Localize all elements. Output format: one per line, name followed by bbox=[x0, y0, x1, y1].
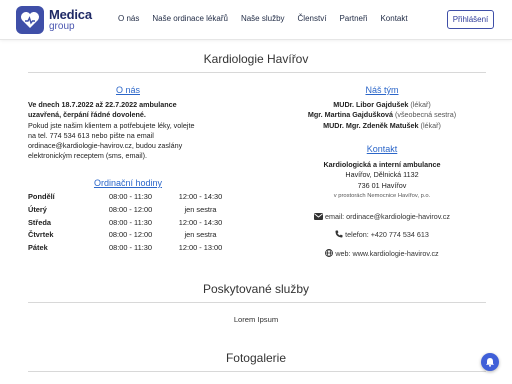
hours-day: Úterý bbox=[28, 204, 47, 214]
team-list: MUDr. Libor Gajdušek (lékař) Mgr. Martin… bbox=[280, 100, 484, 131]
contact-address: Kardiologická a interní ambulance Havířo… bbox=[280, 160, 484, 202]
brand-name: Medica bbox=[49, 7, 92, 22]
contact-city: 736 01 Havířov bbox=[357, 180, 407, 190]
hours-afternoon: jen sestra bbox=[184, 204, 217, 214]
nav-item-kontakt[interactable]: Kontakt bbox=[380, 14, 407, 23]
about-line: ordinace@kardiologie-havirov.cz, budou z… bbox=[28, 141, 183, 151]
notice-line-1: Ve dnech 18.7.2022 až 22.7.2022 ambulanc… bbox=[28, 100, 177, 109]
team-member-role: (lékař) bbox=[420, 120, 441, 130]
team-member-name: MUDr. Mgr. Zdeněk Matušek bbox=[323, 120, 419, 130]
hours-morning: 08:00 - 11:30 bbox=[108, 243, 152, 253]
divider bbox=[28, 72, 486, 73]
hours-row: Středa 08:00 - 11:30 12:00 - 14:30 bbox=[28, 218, 248, 231]
bell-icon bbox=[486, 358, 494, 367]
contact-street: Havířov, Dělnická 1132 bbox=[345, 170, 419, 180]
team-member: Mgr. Martina Gajdušková (všeobecná sestr… bbox=[280, 110, 484, 120]
hours-table: Pondělí 08:00 - 11:30 12:00 - 14:30 Úter… bbox=[28, 192, 248, 256]
hours-day: Čtvrtek bbox=[28, 230, 54, 240]
team-member-role: (lékař) bbox=[410, 100, 431, 109]
contact-web-text: web: www.kardiologie-havirov.cz bbox=[335, 249, 439, 258]
nav-item-partneri[interactable]: Partneři bbox=[339, 14, 367, 23]
contact-email[interactable]: email: ordinace@kardiologie-havirov.cz bbox=[280, 212, 484, 221]
contact-note: v prostorách Nemocnice Havířov, p.o. bbox=[333, 193, 431, 200]
services-heading: Poskytované služby bbox=[202, 282, 310, 296]
hours-heading[interactable]: Ordinační hodiny bbox=[28, 178, 228, 188]
divider bbox=[28, 302, 486, 303]
services-text: Lorem Ipsum bbox=[233, 315, 279, 324]
contact-email-text: email: ordinace@kardiologie-havirov.cz bbox=[324, 212, 450, 221]
site-header: Medica group O nás Naše ordinace lékařů … bbox=[0, 0, 512, 40]
contact-org: Kardiologická a interní ambulance bbox=[323, 160, 441, 169]
hours-afternoon: 12:00 - 13:00 bbox=[178, 243, 223, 253]
notification-button[interactable] bbox=[481, 353, 499, 371]
hours-day: Pátek bbox=[28, 243, 48, 253]
team-heading[interactable]: Náš tým bbox=[280, 85, 484, 95]
hours-row: Čtvrtek 08:00 - 12:00 jen sestra bbox=[28, 230, 248, 243]
about-line: Pokud jste našim klientem a potřebujete … bbox=[28, 120, 195, 130]
contact-phone-text: telefon: +420 774 534 613 bbox=[345, 230, 429, 239]
hours-morning: 08:00 - 12:00 bbox=[108, 204, 153, 214]
contact-phone[interactable]: telefon: +420 774 534 613 bbox=[280, 230, 484, 239]
team-member-role: (všeobecná sestra) bbox=[394, 110, 457, 120]
team-member: MUDr. Mgr. Zdeněk Matušek (lékař) bbox=[280, 121, 484, 131]
hours-morning: 08:00 - 11:30 bbox=[108, 217, 152, 227]
team-member: MUDr. Libor Gajdušek (lékař) bbox=[280, 100, 484, 110]
login-button[interactable]: Přihlášení bbox=[447, 10, 494, 29]
nav-item-clenstvi[interactable]: Členství bbox=[298, 14, 327, 23]
hours-afternoon: 12:00 - 14:30 bbox=[178, 192, 223, 201]
hours-row: Pondělí 08:00 - 11:30 12:00 - 14:30 bbox=[28, 192, 248, 205]
hours-row: Úterý 08:00 - 12:00 jen sestra bbox=[28, 205, 248, 218]
page-title: Kardiologie Havířov bbox=[203, 52, 309, 66]
about-text: Ve dnech 18.7.2022 až 22.7.2022 ambulanc… bbox=[28, 100, 238, 162]
hours-morning: 08:00 - 12:00 bbox=[108, 230, 153, 240]
notice-line-2: uzavřená, čerpání řádné dovolené. bbox=[28, 110, 146, 120]
hours-day: Středa bbox=[28, 217, 52, 227]
hours-morning: 08:00 - 11:30 bbox=[108, 192, 152, 201]
about-line: elektronickým receptem (sms, email). bbox=[28, 151, 148, 161]
brand-sub: group bbox=[49, 21, 75, 32]
hours-afternoon: jen sestra bbox=[184, 230, 217, 240]
contact-web[interactable]: web: www.kardiologie-havirov.cz bbox=[280, 249, 484, 258]
team-member-name: Mgr. Martina Gajdušková bbox=[307, 110, 393, 120]
divider bbox=[28, 371, 486, 372]
hours-day: Pondělí bbox=[28, 192, 55, 201]
gallery-heading: Fotogalerie bbox=[225, 351, 287, 365]
contact-heading[interactable]: Kontakt bbox=[280, 144, 484, 154]
nav-item-ordinace[interactable]: Naše ordinace lékařů bbox=[152, 14, 228, 23]
phone-icon bbox=[335, 230, 343, 238]
hours-afternoon: 12:00 - 14:30 bbox=[178, 217, 223, 227]
nav-item-o-nas[interactable]: O nás bbox=[118, 14, 139, 23]
nav-item-sluzby[interactable]: Naše služby bbox=[241, 14, 285, 23]
hours-row: Pátek 08:00 - 11:30 12:00 - 13:00 bbox=[28, 243, 248, 256]
team-member-name: MUDr. Libor Gajdušek bbox=[333, 100, 409, 109]
about-heading[interactable]: O nás bbox=[28, 85, 228, 95]
main-nav: O nás Naše ordinace lékařů Naše služby Č… bbox=[118, 14, 421, 23]
about-line: na tel. 774 534 613 nebo pište na email bbox=[28, 130, 154, 140]
logo[interactable]: Medica group bbox=[16, 6, 92, 34]
envelope-icon bbox=[313, 213, 323, 220]
globe-icon bbox=[325, 249, 334, 257]
logo-mark-icon bbox=[16, 6, 44, 34]
